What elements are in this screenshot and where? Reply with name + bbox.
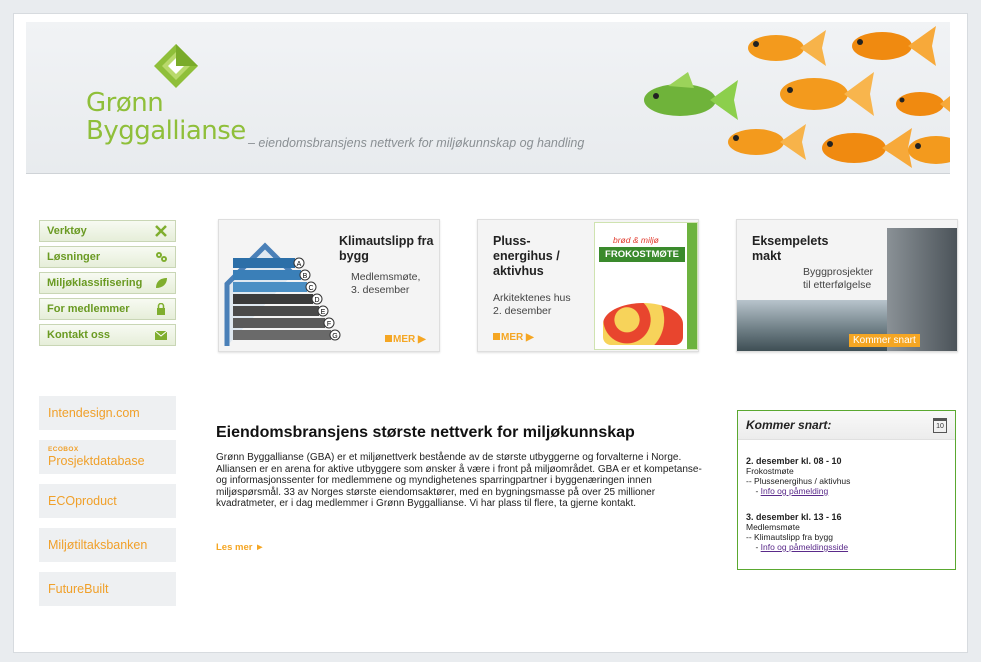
teaser-title: Klimautslipp fra bygg: [339, 234, 434, 263]
energy-label-letter: B: [303, 273, 308, 280]
leaf-icon: [156, 278, 167, 288]
logo-text-line2[interactable]: Byggallianse: [86, 116, 246, 146]
partner-label: Intendesign.com: [48, 406, 140, 420]
energy-label-letter: D: [314, 297, 319, 304]
box-title: FROKOSTMØTE: [599, 247, 685, 262]
envelope-icon: [154, 330, 168, 340]
energy-label-bar: [233, 330, 331, 340]
partner-futurebuilt[interactable]: FutureBuilt: [39, 572, 176, 606]
goldfish-image: [748, 30, 826, 66]
partner-label: ECOproduct: [48, 494, 117, 508]
goldfish-image: [728, 124, 806, 160]
teaser-title: Eksempelets makt: [752, 234, 829, 263]
event-item: 2. desember kl. 08 - 10 Frokostmøte -- P…: [746, 456, 851, 496]
frokostmote-box-image: brød & miljø FROKOSTMØTE: [594, 222, 698, 350]
nav-item-verktoy[interactable]: Verktøy: [39, 220, 176, 242]
energy-label-bar: [233, 318, 325, 328]
event-item: 3. desember kl. 13 - 16 Medlemsmøte -- K…: [746, 512, 849, 552]
goldfish-image: [822, 128, 912, 168]
main-nav: Verktøy Løsninger Miljøklassifisering Fo…: [39, 220, 176, 350]
kommer-snart-link[interactable]: Kommer snart: [849, 334, 920, 347]
nav-item-miljoklassifisering[interactable]: Miljøklassifisering: [39, 272, 176, 294]
nav-item-label: Miljøklassifisering: [47, 277, 143, 289]
energy-label-bar: [233, 306, 319, 316]
teaser-text-line1: Byggprosjekter: [803, 266, 874, 278]
partner-prosjektdatabase[interactable]: ECOBOX Prosjektdatabase: [39, 440, 176, 474]
nav-item-label: Verktøy: [47, 225, 87, 237]
teaser-text-line2: 3. desember: [351, 284, 410, 296]
goldfish-image: [852, 26, 936, 66]
events-title: Kommer snart:: [746, 418, 832, 432]
energy-label-letter: A: [297, 261, 302, 268]
event-date: 2. desember kl. 08 - 10: [746, 456, 842, 466]
partner-sublabel: ECOBOX: [48, 446, 79, 453]
energy-label-letter: G: [332, 333, 337, 340]
nav-item-for-medlemmer[interactable]: For medlemmer: [39, 298, 176, 320]
tools-icon: [155, 225, 167, 237]
energy-label-house-image: ABCDEFG: [224, 242, 341, 346]
teaser-eksempelets-makt[interactable]: Eksempelets makt Byggprosjekter til ette…: [736, 219, 958, 352]
energy-label-bar: [233, 270, 301, 280]
site-header: Grønn Byggallianse – eiendomsbransjens n…: [26, 22, 950, 174]
nav-item-label: Løsninger: [47, 251, 101, 263]
teaser-text-line2: 2. desember: [493, 305, 552, 317]
partner-ecoproduct[interactable]: ECOproduct: [39, 484, 176, 518]
mer-link[interactable]: MER ▶: [385, 334, 426, 345]
event-type: Medlemsmøte: [746, 522, 800, 532]
energy-label-letter: E: [321, 309, 326, 316]
events-box: Kommer snart: 10 2. desember kl. 08 - 10…: [737, 410, 956, 570]
energy-label-letter: F: [327, 321, 331, 328]
logo-text-line1[interactable]: Grønn: [86, 88, 164, 118]
mer-link-label: MER: [393, 334, 416, 345]
nav-item-losninger[interactable]: Løsninger: [39, 246, 176, 268]
calendar-icon: 10: [933, 417, 947, 433]
events-header: Kommer snart: 10: [738, 411, 955, 440]
gears-icon: [156, 252, 167, 262]
main-body-text: Grønn Byggallianse (GBA) er et miljønett…: [216, 452, 702, 509]
event-date: 3. desember kl. 13 - 16: [746, 512, 842, 522]
teaser-text-line1: Arkitektenes hus: [493, 292, 571, 304]
teaser-title: Pluss-energihus / aktivhus: [493, 234, 560, 278]
nav-item-label: Kontakt oss: [47, 329, 110, 341]
les-mer-link[interactable]: Les mer ►: [216, 542, 264, 553]
goldfish-image: [908, 136, 950, 164]
mer-link[interactable]: MER ▶: [493, 332, 534, 343]
box-brand: brød & miljø: [613, 235, 659, 245]
energy-label-bar: [233, 282, 307, 292]
event-topic: -- Klimautslipp fra bygg: [746, 532, 833, 542]
nav-item-kontakt-oss[interactable]: Kontakt oss: [39, 324, 176, 346]
partner-label: Miljøtiltaksbanken: [48, 538, 148, 552]
energy-label-letter: C: [308, 285, 313, 292]
partner-miljotiltaksbanken[interactable]: Miljøtiltaksbanken: [39, 528, 176, 562]
partner-intendesign[interactable]: Intendesign.com: [39, 396, 176, 430]
goldfish-image: [896, 92, 950, 116]
lock-icon: [157, 303, 165, 315]
teaser-text-line1: Medlemsmøte,: [351, 271, 421, 283]
energy-label-bar: [233, 258, 295, 268]
partner-links: Intendesign.com ECOBOX Prosjektdatabase …: [39, 396, 176, 616]
energy-label-bar: [233, 294, 313, 304]
teaser-klimautslipp[interactable]: ABCDEFG Klimautslipp fra bygg Medlemsmøt…: [218, 219, 440, 352]
kommer-snart-label: Kommer snart: [853, 335, 916, 346]
event-signup-link[interactable]: Info og påmeldingsside: [761, 542, 848, 552]
event-type: Frokostmøte: [746, 466, 794, 476]
event-topic: -- Plussenergihus / aktivhus: [746, 476, 851, 486]
teaser-plussenergihus[interactable]: Pluss-energihus / aktivhus Arkitektenes …: [477, 219, 699, 352]
partner-label: FutureBuilt: [48, 582, 109, 596]
mer-link-label: MER: [501, 332, 524, 343]
partner-label: Prosjektdatabase: [48, 454, 145, 468]
goldfish-image: [780, 72, 874, 116]
event-signup-link[interactable]: Info og påmelding: [761, 486, 829, 496]
nav-item-label: For medlemmer: [47, 303, 130, 315]
teaser-text-line2: til etterfølgelse: [803, 279, 872, 291]
header-tagline: – eiendomsbransjens nettverk for miljøku…: [248, 136, 585, 150]
main-heading: Eiendomsbransjens største nettverk for m…: [216, 424, 635, 441]
